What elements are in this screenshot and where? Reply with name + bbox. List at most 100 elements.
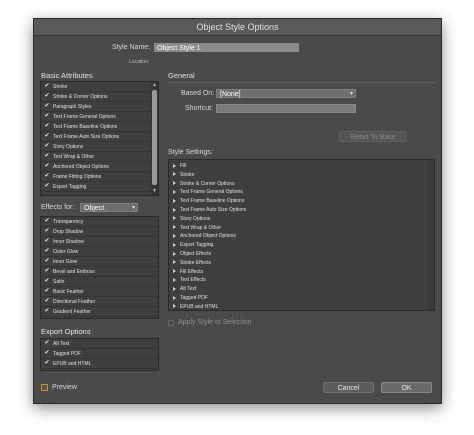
checkmark-icon[interactable]: ✔ [44, 248, 50, 254]
checkmark-icon[interactable]: ✔ [44, 268, 50, 274]
list-item[interactable]: ✔ Text Wrap & Other [41, 152, 151, 162]
style-settings-item[interactable]: Text Frame Baseline Options [173, 197, 244, 205]
list-item[interactable]: ✔ Stroke & Corner Options [41, 92, 151, 102]
style-settings-item[interactable]: EPUB and HTML [173, 303, 218, 311]
style-settings-item[interactable]: Text Frame Auto Size Options [173, 206, 246, 214]
disclosure-triangle-icon[interactable] [173, 269, 176, 274]
list-item[interactable]: ✔ Anchored Object Options [41, 162, 151, 172]
list-item[interactable]: ✔ Story Options [41, 142, 151, 152]
list-item[interactable]: ✔ Inner Glow [41, 257, 158, 267]
style-settings-heading: Style Settings: [168, 149, 213, 156]
list-item[interactable]: ✔ Basic Feather [41, 287, 158, 297]
checkmark-icon[interactable]: ✔ [44, 360, 50, 366]
disclosure-triangle-icon[interactable] [173, 163, 176, 168]
disclosure-triangle-icon[interactable] [173, 242, 176, 247]
list-item[interactable]: ✔ Inner Shadow [41, 237, 158, 247]
disclosure-triangle-icon[interactable] [173, 278, 176, 283]
list-item[interactable]: ✔ Outer Glow [41, 247, 158, 257]
list-item[interactable]: ✔ Drop Shadow [41, 227, 158, 237]
style-settings-item[interactable]: Tagged PDF [173, 294, 208, 302]
disclosure-triangle-icon[interactable] [173, 225, 176, 230]
apply-style-checkbox[interactable] [168, 320, 174, 326]
checkmark-icon[interactable]: ✔ [44, 103, 50, 109]
style-settings-scrollbar[interactable] [427, 160, 434, 310]
style-settings-item[interactable]: Export Tagging [173, 241, 213, 249]
checkmark-icon[interactable]: ✔ [44, 133, 50, 139]
style-settings-item[interactable]: Story Options [173, 215, 210, 223]
list-item[interactable]: ✔ Text Frame Auto Size Options [41, 132, 151, 142]
checkmark-icon[interactable]: ✔ [44, 340, 50, 346]
checkmark-icon[interactable]: ✔ [44, 83, 50, 89]
style-settings-item[interactable]: Object Effects [173, 250, 211, 258]
list-item[interactable]: ✔ Text Frame General Options [41, 112, 151, 122]
reset-to-base-button[interactable]: Reset To Base [339, 131, 407, 142]
style-settings-item[interactable]: Stroke Effects [173, 259, 211, 267]
disclosure-triangle-icon[interactable] [173, 251, 176, 256]
list-item[interactable]: ✔ Directional Feather [41, 297, 158, 307]
list-item[interactable]: ✔ Stroke [41, 82, 151, 92]
checkmark-icon[interactable]: ✔ [44, 163, 50, 169]
list-item[interactable]: ✔ Frame Fitting Options [41, 172, 151, 182]
checkmark-icon[interactable]: ✔ [44, 143, 50, 149]
checkmark-icon[interactable]: ✔ [44, 218, 50, 224]
checkmark-icon[interactable]: ✔ [44, 93, 50, 99]
style-settings-item[interactable]: Fill Effects [173, 268, 203, 276]
cancel-button[interactable]: Cancel [323, 382, 374, 393]
style-settings-item[interactable]: Fill [173, 162, 186, 170]
disclosure-triangle-icon[interactable] [173, 295, 176, 300]
list-item[interactable]: ✔ Satin [41, 277, 158, 287]
checkmark-icon[interactable]: ✔ [44, 278, 50, 284]
style-settings-item[interactable]: Text Effects [173, 276, 206, 284]
general-divider [168, 82, 435, 83]
list-item[interactable]: ✔ Alt Text [41, 339, 158, 349]
checkmark-icon[interactable]: ✔ [44, 258, 50, 264]
list-item[interactable]: ✔ EPUB and HTML [41, 359, 158, 369]
style-settings-item[interactable]: Stroke [173, 171, 194, 179]
checkmark-icon[interactable]: ✔ [44, 173, 50, 179]
style-settings-item[interactable]: Text Wrap & Other [173, 224, 221, 232]
preview-checkbox[interactable] [41, 384, 48, 391]
checkmark-icon[interactable]: ✔ [44, 298, 50, 304]
checkmark-icon[interactable]: ✔ [44, 113, 50, 119]
checkmark-icon[interactable]: ✔ [44, 153, 50, 159]
basic-attributes-scrollbar[interactable]: ▲ ▼ [151, 82, 158, 195]
export-options-list: ✔ Alt Text ✔ Tagged PDF ✔ EPUB and HTML [40, 338, 159, 371]
style-settings-item[interactable]: Alt Text [173, 285, 196, 293]
disclosure-triangle-icon[interactable] [173, 198, 176, 203]
checkmark-icon[interactable]: ✔ [44, 228, 50, 234]
list-item[interactable]: ✔ Text Frame Baseline Options [41, 122, 151, 132]
disclosure-triangle-icon[interactable] [173, 181, 176, 186]
checkmark-icon[interactable]: ✔ [44, 308, 50, 314]
disclosure-triangle-icon[interactable] [173, 286, 176, 291]
style-settings-item[interactable]: Stroke & Corner Options [173, 180, 234, 188]
disclosure-triangle-icon[interactable] [173, 207, 176, 212]
style-settings-item-label: Stroke [180, 171, 195, 178]
disclosure-triangle-icon[interactable] [173, 172, 176, 177]
shortcut-input[interactable] [216, 104, 356, 113]
based-on-select[interactable]: [None] ▾ [216, 89, 356, 98]
disclosure-triangle-icon[interactable] [173, 190, 176, 195]
list-item[interactable]: ✔ Bevel and Emboss [41, 267, 158, 277]
list-item[interactable]: ✔ Tagged PDF [41, 349, 158, 359]
checkmark-icon[interactable]: ✔ [44, 183, 50, 189]
scrollbar-thumb[interactable] [152, 90, 157, 185]
list-item[interactable]: ✔ Gradient Feather [41, 307, 158, 317]
list-item[interactable]: ✔ Transparency [41, 217, 158, 227]
style-settings-item[interactable]: Text Frame General Options [173, 188, 243, 196]
checkmark-icon[interactable]: ✔ [44, 350, 50, 356]
effects-for-select[interactable]: Object ▾ [80, 203, 138, 212]
ok-button[interactable]: OK [381, 382, 432, 393]
disclosure-triangle-icon[interactable] [173, 304, 176, 309]
list-item[interactable]: ✔ Paragraph Styles [41, 102, 151, 112]
disclosure-triangle-icon[interactable] [173, 260, 176, 265]
disclosure-triangle-icon[interactable] [173, 234, 176, 239]
style-name-input[interactable]: Object Style 1 [154, 43, 299, 52]
checkmark-icon[interactable]: ✔ [44, 123, 50, 129]
checkmark-icon[interactable]: ✔ [44, 288, 50, 294]
checkmark-icon[interactable]: ✔ [44, 238, 50, 244]
list-item[interactable]: ✔ Export Tagging [41, 182, 151, 192]
scroll-up-icon[interactable]: ▲ [152, 82, 157, 88]
scroll-down-icon[interactable]: ▼ [152, 188, 157, 194]
disclosure-triangle-icon[interactable] [173, 216, 176, 221]
style-settings-item[interactable]: Anchored Object Options [173, 232, 236, 240]
